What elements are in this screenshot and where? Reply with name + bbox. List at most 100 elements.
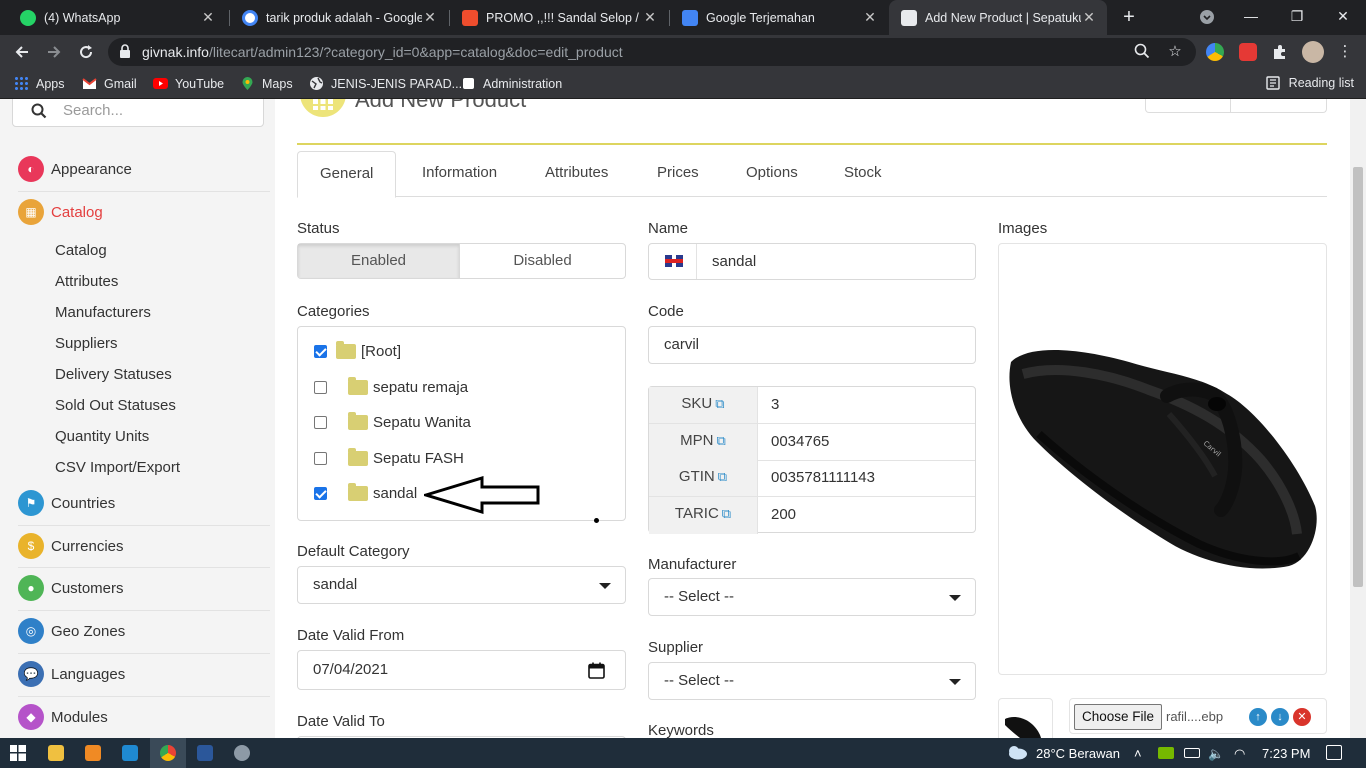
image-thumbnail[interactable] — [998, 698, 1053, 738]
tab-attributes[interactable]: Attributes — [523, 151, 630, 197]
start-button[interactable] — [0, 738, 36, 768]
reading-list-button[interactable]: Reading list — [1265, 76, 1354, 90]
header-button-group[interactable] — [1145, 99, 1327, 113]
sidebar-search[interactable] — [12, 99, 264, 127]
sidebar-sub-sold-out-statuses[interactable]: Sold Out Statuses — [55, 397, 176, 414]
move-up-icon[interactable]: ↑ — [1249, 708, 1267, 726]
sidebar-item-languages[interactable]: 💬 Languages — [18, 653, 270, 695]
close-icon[interactable]: ✕ — [422, 9, 438, 26]
menu-dots-icon[interactable]: ⋮ — [1336, 43, 1354, 61]
clock-text[interactable]: 7:23 PM — [1262, 746, 1310, 761]
status-enabled-option[interactable]: Enabled — [298, 244, 460, 278]
close-icon[interactable]: ✕ — [642, 9, 658, 26]
sidebar-item-modules[interactable]: ◆ Modules — [18, 696, 270, 738]
external-link-icon[interactable]: ⧉ — [717, 433, 726, 448]
tab-options[interactable]: Options — [724, 151, 820, 197]
page-scrollbar[interactable] — [1350, 99, 1366, 738]
tab-general[interactable]: General — [297, 151, 397, 198]
taskbar-sublime[interactable] — [75, 738, 111, 768]
sidebar-sub-quantity-units[interactable]: Quantity Units — [55, 428, 149, 445]
default-category-select[interactable]: sandal — [297, 566, 626, 604]
calendar-icon[interactable] — [588, 662, 605, 679]
sidebar-sub-delivery-statuses[interactable]: Delivery Statuses — [55, 366, 172, 383]
wifi-icon[interactable]: ◠ — [1234, 746, 1245, 762]
taskbar-file-explorer[interactable] — [38, 738, 74, 768]
extension-icon[interactable] — [1206, 43, 1224, 61]
zoom-icon[interactable] — [1133, 43, 1151, 61]
tab-prices[interactable]: Prices — [635, 151, 721, 197]
mpn-input[interactable]: 0034765 — [771, 433, 829, 450]
taskbar-vscode[interactable] — [112, 738, 148, 768]
sidebar-sub-manufacturers[interactable]: Manufacturers — [55, 304, 151, 321]
name-input[interactable]: sandal — [648, 243, 976, 280]
sidebar-item-customers[interactable]: ● Customers — [18, 567, 270, 609]
bookmark-jenis[interactable]: JENIS-JENIS PARAD... — [309, 76, 462, 91]
battery-icon[interactable] — [1184, 748, 1200, 758]
category-checkbox[interactable] — [314, 416, 327, 429]
puzzle-icon[interactable] — [1271, 43, 1289, 61]
sku-input[interactable]: 3 — [771, 396, 779, 413]
category-checkbox[interactable] — [314, 487, 327, 500]
weather-text[interactable]: 28°C Berawan — [1036, 746, 1120, 761]
forward-button[interactable] — [42, 40, 66, 64]
bookmark-apps[interactable]: Apps — [14, 76, 65, 91]
sidebar-sub-catalog[interactable]: Catalog — [55, 242, 107, 259]
bookmark-youtube[interactable]: YouTube — [153, 76, 224, 91]
bookmark-maps[interactable]: Maps — [240, 76, 293, 91]
close-icon[interactable]: ✕ — [200, 9, 216, 26]
sidebar-item-geo-zones[interactable]: ◎ Geo Zones — [18, 610, 270, 652]
minimize-button[interactable]: — — [1228, 0, 1274, 35]
browser-tab-whatsapp[interactable]: (4) WhatsApp ✕ — [8, 0, 226, 35]
category-checkbox[interactable] — [314, 452, 327, 465]
reload-button[interactable] — [74, 40, 98, 64]
avatar[interactable] — [1302, 41, 1324, 63]
notifications-icon[interactable] — [1326, 745, 1342, 760]
product-image[interactable]: Carvil — [998, 243, 1327, 675]
restore-button[interactable]: ❐ — [1274, 0, 1320, 35]
external-link-icon[interactable]: ⧉ — [718, 469, 727, 484]
remove-icon[interactable]: ✕ — [1293, 708, 1311, 726]
search-input[interactable] — [63, 99, 253, 121]
code-input[interactable]: carvil — [648, 326, 976, 364]
sidebar-item-appearance[interactable]: ◐ Appearance — [18, 148, 270, 190]
browser-tab-translate[interactable]: Google Terjemahan ✕ — [670, 0, 888, 35]
browser-tab-add-product[interactable]: Add New Product | Sepatuku ✕ — [889, 0, 1107, 35]
taskbar-app[interactable] — [224, 738, 260, 768]
sidebar-sub-csv-import-export[interactable]: CSV Import/Export — [55, 459, 180, 476]
move-down-icon[interactable]: ↓ — [1271, 708, 1289, 726]
new-tab-button[interactable]: + — [1118, 6, 1140, 28]
choose-file-button[interactable]: Choose File — [1074, 704, 1163, 730]
bookmark-star-icon[interactable]: ☆ — [1166, 43, 1184, 61]
tab-stock[interactable]: Stock — [822, 151, 904, 197]
manufacturer-select[interactable]: -- Select -- — [648, 578, 976, 616]
sidebar-item-countries[interactable]: ⚑ Countries — [18, 482, 270, 524]
nvidia-icon[interactable] — [1158, 747, 1174, 759]
sidebar-item-currencies[interactable]: $ Currencies — [18, 525, 270, 567]
close-window-button[interactable]: ✕ — [1320, 0, 1366, 35]
external-link-icon[interactable]: ⧉ — [715, 396, 724, 411]
date-valid-from-input[interactable]: 07/04/2021 — [297, 650, 626, 690]
category-checkbox[interactable] — [314, 345, 327, 358]
sidebar-sub-suppliers[interactable]: Suppliers — [55, 335, 118, 352]
back-button[interactable] — [10, 40, 34, 64]
close-icon[interactable]: ✕ — [1081, 9, 1097, 26]
browser-tab-promo[interactable]: PROMO ,,!!! Sandal Selop / Sl ✕ — [450, 0, 668, 35]
category-checkbox[interactable] — [314, 381, 327, 394]
gtin-input[interactable]: 0035781111143 — [771, 469, 875, 486]
speaker-icon[interactable]: 🔈 — [1208, 746, 1224, 762]
taskbar-word[interactable] — [187, 738, 223, 768]
tab-search-icon[interactable] — [1184, 0, 1230, 35]
sidebar-item-catalog[interactable]: ▦ Catalog — [18, 191, 270, 233]
external-link-icon[interactable]: ⧉ — [722, 506, 731, 521]
sidebar-sub-attributes[interactable]: Attributes — [55, 273, 118, 290]
tab-information[interactable]: Information — [400, 151, 519, 197]
supplier-select[interactable]: -- Select -- — [648, 662, 976, 700]
browser-tab-google-search[interactable]: tarik produk adalah - Google ✕ — [230, 0, 448, 35]
close-icon[interactable]: ✕ — [862, 9, 878, 26]
bookmark-administration[interactable]: Administration — [461, 76, 562, 91]
taric-input[interactable]: 200 — [771, 506, 796, 523]
status-disabled-option[interactable]: Disabled — [460, 244, 625, 278]
scrollbar-thumb[interactable] — [1353, 167, 1363, 587]
bookmark-gmail[interactable]: Gmail — [82, 76, 137, 91]
video-extension-icon[interactable] — [1239, 43, 1257, 61]
